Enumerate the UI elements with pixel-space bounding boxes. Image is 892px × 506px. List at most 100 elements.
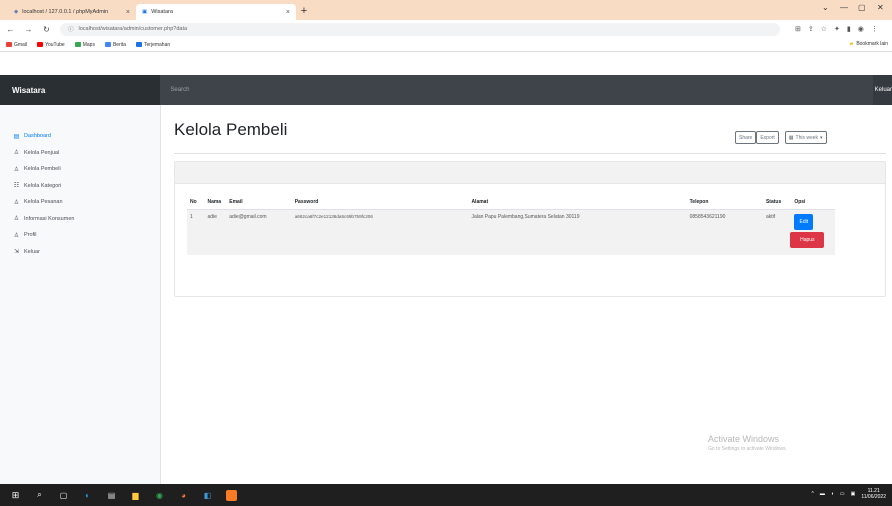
sidebar-item-dashboard[interactable]: ▤ Dashboard xyxy=(0,128,160,145)
app-navbar: Wisatara Search Keluar xyxy=(0,75,892,105)
sidebar-item-kelola-kategori[interactable]: ☷ Kelola Kategori xyxy=(0,178,160,195)
store-icon[interactable]: ▤ xyxy=(106,490,117,501)
install-icon[interactable]: ⊞ xyxy=(795,25,801,33)
sidebar-item-kelola-penjual[interactable]: ♙ Kelola Penjual xyxy=(0,145,160,162)
folder-icon: ▰ xyxy=(849,41,854,47)
new-tab-button[interactable]: + xyxy=(296,4,312,20)
brand-logo[interactable]: Wisatara xyxy=(0,75,161,105)
info-icon: ⓘ xyxy=(68,27,74,33)
col-header-opsi: Opsi xyxy=(791,195,835,210)
share-button[interactable]: Share xyxy=(735,131,757,144)
browser-tab-wisatara[interactable]: ▣ Wisatara × xyxy=(136,4,296,20)
search-icon[interactable]: ⌕ xyxy=(34,490,45,501)
file-explorer-icon[interactable]: ▆ xyxy=(130,490,141,501)
network-icon[interactable]: ▬ xyxy=(820,491,825,497)
tab-favicon-icon: ◆ xyxy=(14,9,19,15)
tab-search-icon[interactable]: ⌄ xyxy=(822,3,829,12)
clock-date: 11/06/2022 xyxy=(861,494,886,500)
cell-telepon: 0858543621190 xyxy=(686,209,763,255)
forward-icon[interactable]: → xyxy=(24,25,33,34)
chevron-down-icon: ▾ xyxy=(820,134,823,141)
sidebar-item-label: Kelola Kategori xyxy=(24,182,62,189)
sidebar-item-informasi-konsumen[interactable]: ♙ Informasi Konsumen xyxy=(0,211,160,228)
close-icon[interactable]: × xyxy=(126,9,130,16)
export-button[interactable]: Export xyxy=(756,131,779,144)
title-divider xyxy=(174,153,886,154)
other-bookmarks[interactable]: ▰ Bookmark lain xyxy=(849,41,888,47)
browser-tab-phpmyadmin[interactable]: ◆ localhost / 127.0.0.1 / phpMyAdmin × xyxy=(8,4,136,20)
extension-icons: ⊞ ⇪ ☆ ✦ ▮ ◉ ⋮ xyxy=(795,25,878,33)
user-icon: ♙ xyxy=(13,150,20,157)
tab-favicon-icon: ▣ xyxy=(142,9,148,15)
extension-icon[interactable]: ✦ xyxy=(834,25,840,33)
bookmark-berita[interactable]: Berita xyxy=(104,42,126,48)
sidebar-item-kelola-pembeli[interactable]: ♙ Kelola Pembeli xyxy=(0,161,160,178)
cell-status: aktif xyxy=(762,209,792,255)
sidebar-item-profil[interactable]: ♙ Profil xyxy=(0,227,160,244)
table-header-row: No Nama Email Password Alamat Telepon St… xyxy=(187,195,835,210)
firefox-icon[interactable]: ◕ xyxy=(178,490,189,501)
activate-windows-watermark: Activate Windows Go to Settings to activ… xyxy=(708,434,787,452)
tab-title: Wisatara xyxy=(151,9,173,15)
tab-title: localhost / 127.0.0.1 / phpMyAdmin xyxy=(22,9,109,15)
date-range-dropdown[interactable]: ▦ This week ▾ xyxy=(784,131,827,144)
edge-icon[interactable]: ◐ xyxy=(82,490,93,501)
maximize-icon[interactable]: ▢ xyxy=(858,3,866,12)
windows-taskbar: ⊞ ⌕ ▢ ◐ ▤ ▆ ◉ ◕ ◧ ^ ▬ ◖ ▭ ▣ 11.21 11/06/… xyxy=(0,484,892,506)
home-icon: ▤ xyxy=(13,133,20,140)
user-icon: ♙ xyxy=(13,232,20,239)
sidebar-item-label: Kelola Penjual xyxy=(24,149,60,156)
edit-button[interactable]: Edit xyxy=(794,213,814,230)
main-content: Kelola Pembeli Share Export ▦ This week … xyxy=(161,105,892,484)
sidebar-item-keluar[interactable]: ⇲ Keluar xyxy=(0,244,160,261)
star-icon[interactable]: ☆ xyxy=(821,25,827,33)
col-header-email: Email xyxy=(226,195,292,210)
table-row: 1 adie adie@gmail.com a662ca6f7c2e12136d… xyxy=(187,209,835,255)
user-icon: ♙ xyxy=(13,216,20,223)
cell-no: 1 xyxy=(187,209,205,255)
back-icon[interactable]: ← xyxy=(6,25,15,34)
chevron-up-icon[interactable]: ^ xyxy=(811,491,813,497)
bookmark-gmail[interactable]: Gmail xyxy=(6,42,27,48)
menu-icon[interactable]: ⋮ xyxy=(871,25,878,33)
signout-link[interactable]: Keluar xyxy=(875,87,892,93)
search-input[interactable]: Search xyxy=(160,75,873,105)
bookmark-terjemahan[interactable]: Terjemahan xyxy=(136,42,170,48)
browser-tab-bar: ◆ localhost / 127.0.0.1 / phpMyAdmin × ▣… xyxy=(0,0,892,20)
sidebar-panel-icon[interactable]: ▮ xyxy=(847,25,851,33)
translate-icon xyxy=(136,42,143,47)
col-header-telepon: Telepon xyxy=(686,195,763,210)
bookmark-youtube[interactable]: YouTube xyxy=(37,42,65,48)
vscode-icon[interactable]: ◧ xyxy=(202,490,213,501)
close-icon[interactable]: × xyxy=(286,9,290,16)
sidebar: ▤ Dashboard ♙ Kelola Penjual ♙ Kelola Pe… xyxy=(0,105,161,484)
volume-icon[interactable]: ◖ xyxy=(831,491,834,497)
window-close-icon[interactable]: ✕ xyxy=(877,3,884,12)
reload-icon[interactable]: ↻ xyxy=(42,25,51,34)
address-bar-row: ← → ↻ ⓘ localhost/wisatara/admin/custome… xyxy=(0,20,892,38)
sidebar-item-kelola-pesanan[interactable]: ♙ Kelola Pesanan xyxy=(0,194,160,211)
user-icon: ♙ xyxy=(13,199,20,206)
col-header-alamat: Alamat xyxy=(468,195,687,210)
page-top-spacer xyxy=(0,52,892,75)
chat-icon[interactable]: ▣ xyxy=(851,491,856,497)
watermark-title: Activate Windows xyxy=(708,434,780,444)
battery-icon[interactable]: ▭ xyxy=(840,491,845,497)
chrome-icon[interactable]: ◉ xyxy=(154,490,165,501)
minimize-icon[interactable]: — xyxy=(840,3,848,12)
task-view-icon[interactable]: ▢ xyxy=(58,490,69,501)
windows-start-icon[interactable]: ⊞ xyxy=(10,490,21,501)
sidebar-item-label: Keluar xyxy=(24,248,40,255)
share-icon[interactable]: ⇪ xyxy=(808,25,814,33)
bookmarks-bar: Gmail YouTube Maps Berita Terjemahan ▰ B… xyxy=(0,38,892,52)
cell-password: a662ca6f7c2e12136da5c69b759fc206 xyxy=(291,209,469,255)
bookmark-maps[interactable]: Maps xyxy=(74,42,95,48)
system-tray: ^ ▬ ◖ ▭ ▣ 11.21 11/06/2022 xyxy=(811,488,886,500)
cell-nama: adie xyxy=(204,209,227,255)
hapus-button[interactable]: Hapus xyxy=(790,231,825,248)
xampp-icon[interactable] xyxy=(226,489,237,501)
url-input[interactable]: ⓘ localhost/wisatara/admin/customer.php?… xyxy=(60,22,780,36)
youtube-icon xyxy=(37,42,44,47)
clock[interactable]: 11.21 11/06/2022 xyxy=(861,488,886,500)
profile-icon[interactable]: ◉ xyxy=(858,25,864,33)
